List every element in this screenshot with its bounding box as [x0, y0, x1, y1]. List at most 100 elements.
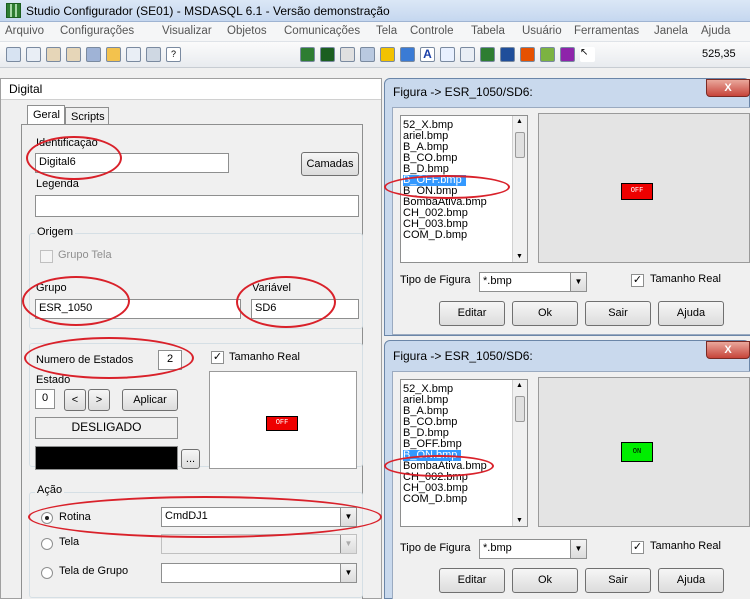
- cursor-icon[interactable]: ↖: [580, 47, 595, 62]
- tela-radio[interactable]: [41, 538, 53, 550]
- toolbar: ? A ↖ 525,35: [0, 42, 750, 68]
- app-title: Studio Configurador (SE01) - MSDASQL 6.1…: [26, 4, 390, 18]
- ajuda-button[interactable]: Ajuda: [658, 301, 724, 326]
- figure-preview: OFF: [538, 113, 750, 263]
- ok-button[interactable]: Ok: [512, 568, 578, 593]
- list-scrollbar[interactable]: ▲ ▼: [512, 116, 527, 262]
- annotation-ellipse: [384, 175, 510, 199]
- file-list[interactable]: 52_X.bmp ariel.bmp B_A.bmp B_CO.bmp B_D.…: [400, 379, 528, 527]
- list-item[interactable]: COM_D.bmp: [403, 494, 467, 505]
- scroll-thumb[interactable]: [515, 132, 525, 158]
- palette-icon[interactable]: [106, 47, 121, 62]
- state-color-field[interactable]: [35, 446, 178, 470]
- ab-icon[interactable]: [340, 47, 355, 62]
- app-title-bar: Studio Configurador (SE01) - MSDASQL 6.1…: [0, 0, 750, 22]
- tab-geral[interactable]: Geral: [27, 105, 65, 125]
- menu-controle[interactable]: Controle: [410, 25, 453, 37]
- line-icon[interactable]: [440, 47, 455, 62]
- figure-preview: ON: [538, 377, 750, 527]
- menu-tabela[interactable]: Tabela: [471, 25, 505, 37]
- annotation-ellipse: [24, 337, 194, 379]
- scroll-thumb[interactable]: [515, 396, 525, 422]
- device-icon[interactable]: [320, 47, 335, 62]
- menu-configuracoes[interactable]: Configurações: [60, 25, 134, 37]
- prev-state-button[interactable]: <: [64, 389, 86, 411]
- chevron-down-icon[interactable]: ▼: [340, 564, 356, 582]
- tab-scripts[interactable]: Scripts: [65, 107, 109, 125]
- sair-button[interactable]: Sair: [585, 568, 651, 593]
- chevron-down-icon[interactable]: ▼: [570, 540, 586, 558]
- origem-title: Origem: [35, 226, 76, 238]
- menu-objetos[interactable]: Objetos: [227, 25, 267, 37]
- pie-icon[interactable]: [520, 47, 535, 62]
- menu-visualizar[interactable]: Visualizar: [162, 25, 212, 37]
- estado-field[interactable]: 0: [35, 389, 55, 409]
- diamond-icon[interactable]: [560, 47, 575, 62]
- menu-arquivo[interactable]: Arquivo: [5, 25, 44, 37]
- tela-grupo-combo[interactable]: ▼: [161, 563, 357, 583]
- grid-icon[interactable]: [300, 47, 315, 62]
- window-icon[interactable]: [26, 47, 41, 62]
- help-icon[interactable]: ?: [166, 47, 181, 62]
- acao-title: Ação: [35, 484, 65, 496]
- off-image: OFF: [266, 416, 298, 431]
- aplicar-button[interactable]: Aplicar: [122, 389, 178, 411]
- pointer-icon[interactable]: [460, 47, 475, 62]
- menu-comunicacoes[interactable]: Comunicações: [284, 25, 360, 37]
- sair-button[interactable]: Sair: [585, 301, 651, 326]
- state-text-field[interactable]: DESLIGADO: [35, 417, 178, 439]
- tipo-figura-combo[interactable]: *.bmp ▼: [479, 539, 587, 559]
- grid2-icon[interactable]: [500, 47, 515, 62]
- scroll-up-icon[interactable]: ▲: [516, 382, 523, 389]
- grupo-tela-checkbox[interactable]: [40, 250, 53, 263]
- tamanho-real-checkbox[interactable]: ✓: [211, 351, 224, 364]
- list-scrollbar[interactable]: ▲ ▼: [512, 380, 527, 526]
- tamanho-real-label: Tamanho Real: [229, 351, 300, 363]
- editar-button[interactable]: Editar: [439, 301, 505, 326]
- open-folder-icon[interactable]: [66, 47, 81, 62]
- tipo-figura-value: *.bmp: [483, 275, 512, 287]
- tipo-figura-combo[interactable]: *.bmp ▼: [479, 272, 587, 292]
- menu-tela[interactable]: Tela: [376, 25, 397, 37]
- menu-janela[interactable]: Janela: [654, 25, 688, 37]
- edit-icon[interactable]: [126, 47, 141, 62]
- ok-button[interactable]: Ok: [512, 301, 578, 326]
- menu-bar: Arquivo Configurações Visualizar Objetos…: [0, 22, 750, 42]
- color-picker-button[interactable]: ...: [181, 449, 200, 469]
- list-item[interactable]: COM_D.bmp: [403, 230, 467, 241]
- bar-chart-icon[interactable]: [400, 47, 415, 62]
- chart-icon[interactable]: [540, 47, 555, 62]
- camadas-button[interactable]: Camadas: [301, 152, 359, 176]
- table-icon[interactable]: [480, 47, 495, 62]
- close-button[interactable]: X: [706, 341, 750, 359]
- scroll-down-icon[interactable]: ▼: [516, 253, 523, 260]
- flag-icon[interactable]: [380, 47, 395, 62]
- tamanho-real-checkbox[interactable]: ✓: [631, 274, 644, 287]
- text-icon[interactable]: A: [420, 47, 435, 62]
- menu-ajuda[interactable]: Ajuda: [701, 25, 730, 37]
- menu-usuario[interactable]: Usuário: [522, 25, 562, 37]
- coordinate-readout: 525,35: [702, 48, 736, 60]
- annotation-ellipse: [22, 276, 130, 326]
- save-icon[interactable]: [86, 47, 101, 62]
- tela-grupo-radio[interactable]: [41, 567, 53, 579]
- annotation-ellipse: [384, 455, 494, 477]
- chevron-down-icon[interactable]: ▼: [570, 273, 586, 291]
- grupo-tela-label: Grupo Tela: [58, 249, 112, 261]
- open-icon[interactable]: [46, 47, 61, 62]
- scroll-down-icon[interactable]: ▼: [516, 517, 523, 524]
- figura-title: Figura -> ESR_1050/SD6:: [393, 85, 533, 99]
- scroll-up-icon[interactable]: ▲: [516, 118, 523, 125]
- next-state-button[interactable]: >: [88, 389, 110, 411]
- close-button[interactable]: X: [706, 79, 750, 97]
- chevron-down-icon[interactable]: ▼: [340, 535, 356, 553]
- editar-button[interactable]: Editar: [439, 568, 505, 593]
- figura-title: Figura -> ESR_1050/SD6:: [393, 349, 533, 363]
- menu-ferramentas[interactable]: Ferramentas: [574, 25, 639, 37]
- new-icon[interactable]: [6, 47, 21, 62]
- clock-icon[interactable]: [360, 47, 375, 62]
- ajuda-button[interactable]: Ajuda: [658, 568, 724, 593]
- legenda-field[interactable]: [35, 195, 359, 217]
- tree-icon[interactable]: [146, 47, 161, 62]
- tamanho-real-checkbox[interactable]: ✓: [631, 541, 644, 554]
